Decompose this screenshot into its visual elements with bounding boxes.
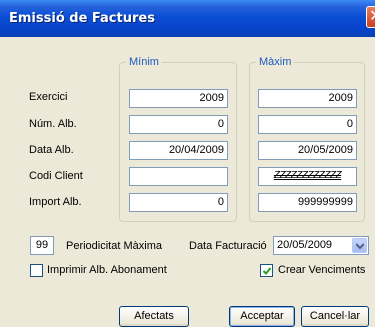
periodicitat-label: Periodicitat Màxima — [66, 240, 162, 252]
min-group-label: Mínim — [126, 56, 162, 68]
import-alb-min-input[interactable]: 0 — [129, 193, 228, 212]
cancel-button[interactable]: Cancel·lar — [301, 306, 369, 327]
window-title: Emissió de Factures — [9, 11, 155, 26]
num-alb-max-input[interactable]: 0 — [258, 115, 357, 134]
num-alb-min-input[interactable]: 0 — [129, 115, 228, 134]
data-alb-label: Data Alb. — [29, 144, 74, 156]
close-icon: ✕ — [369, 6, 375, 25]
data-alb-min-input[interactable]: 20/04/2009 — [129, 141, 228, 160]
exercici-max-input[interactable]: 2009 — [258, 89, 357, 108]
data-facturacio-value: 20/05/2009 — [277, 239, 333, 251]
imprimir-checkbox[interactable] — [30, 264, 43, 277]
exercici-min-input[interactable]: 2009 — [129, 89, 228, 108]
codi-client-max-input[interactable]: ZZZZZZZZZZZZ — [258, 167, 357, 186]
import-alb-label: Import Alb. — [29, 196, 82, 208]
exercici-label: Exercici — [29, 91, 68, 103]
close-button[interactable]: ✕ — [366, 6, 375, 28]
title-bar[interactable]: Emissió de Factures ✕ — [0, 0, 375, 37]
acceptar-button[interactable]: Acceptar — [229, 306, 295, 327]
afectats-button[interactable]: Afectats — [119, 306, 189, 327]
periodicitat-input[interactable]: 99 — [30, 236, 54, 255]
crear-label: Crear Venciments — [278, 264, 366, 276]
num-alb-label: Núm. Alb. — [29, 118, 77, 130]
codi-client-min-input[interactable] — [129, 167, 228, 186]
codi-client-max-value: ZZZZZZZZZZZZ — [273, 170, 342, 181]
data-facturacio-label: Data Facturació — [189, 240, 267, 252]
imprimir-label: Imprimir Alb. Abonament — [47, 264, 167, 276]
max-group-label: Màxim — [256, 56, 295, 68]
data-alb-max-input[interactable]: 20/05/2009 — [258, 141, 357, 160]
checkmark-icon — [262, 267, 272, 275]
codi-client-label: Codi Client — [29, 170, 83, 182]
data-facturacio-combo[interactable]: 20/05/2009 — [273, 236, 369, 255]
crear-checkbox[interactable] — [260, 264, 273, 277]
import-alb-max-input[interactable]: 999999999 — [258, 193, 357, 212]
chevron-down-icon[interactable] — [352, 238, 367, 253]
dialog-window: Emissió de Factures ✕ Mínim Màxim Exerci… — [0, 0, 375, 327]
